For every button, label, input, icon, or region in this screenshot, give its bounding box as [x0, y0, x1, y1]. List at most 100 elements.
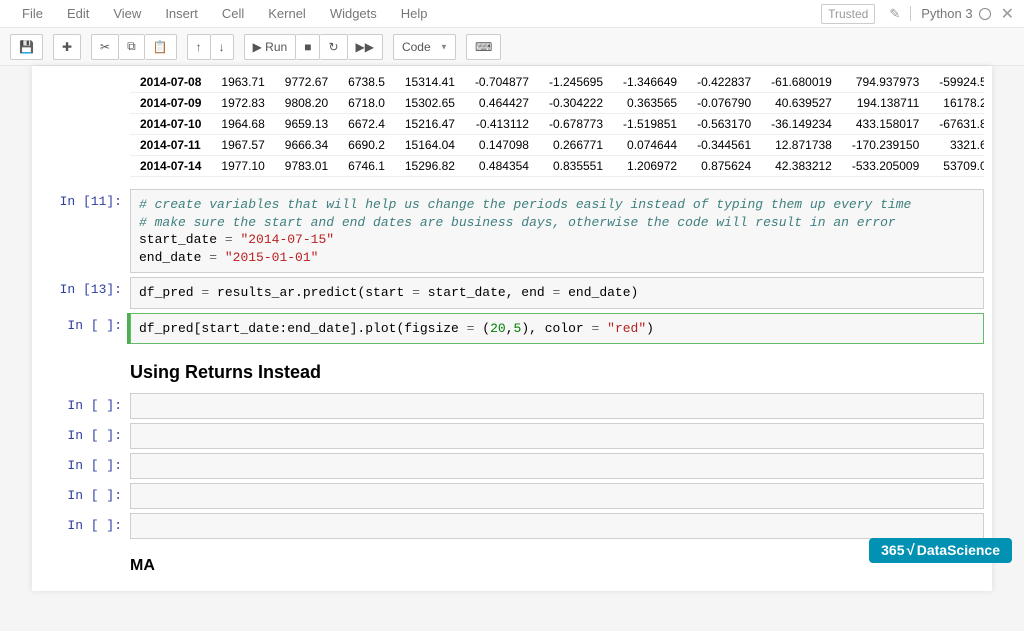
table-cell: 9659.13 — [275, 114, 338, 135]
watermark-text: DataScience — [917, 542, 1000, 558]
add-cell-button[interactable]: ✚ — [53, 34, 81, 60]
code-text: end_date) — [560, 285, 638, 300]
code-cell-11[interactable]: In [11]: # create variables that will he… — [40, 189, 984, 273]
menu-help[interactable]: Help — [389, 2, 440, 25]
table-row: 2014-07-111967.579666.346690.215164.040.… — [130, 135, 984, 156]
menu-view[interactable]: View — [101, 2, 153, 25]
restart-button[interactable]: ↻ — [320, 34, 347, 60]
radical-icon: √ — [906, 542, 914, 559]
menu-kernel[interactable]: Kernel — [256, 2, 318, 25]
code-cell-empty[interactable]: In [ ]: — [40, 453, 984, 479]
close-icon[interactable]: ✕ — [1001, 4, 1014, 24]
table-cell: 15314.41 — [395, 72, 465, 93]
code-op: = — [412, 285, 420, 300]
code-cell-empty[interactable]: In [ ]: — [40, 513, 984, 539]
kernel-name[interactable]: Python 3 — [910, 6, 972, 21]
code-text: ) — [646, 321, 654, 336]
table-cell: 12.871738 — [761, 135, 842, 156]
table-cell: -0.344561 — [687, 135, 761, 156]
code-cell-empty[interactable]: In [ ]: — [40, 393, 984, 419]
table-cell: 1972.83 — [211, 93, 274, 114]
toolbar: 💾 ✚ ✂ ⧉ 📋 ↑ ↓ ▶ Run ■ ↻ ▶▶ Code ⌨ — [0, 28, 1024, 66]
code-string: "2015-01-01" — [225, 250, 319, 265]
table-cell: -0.304222 — [539, 93, 613, 114]
output-cell-table: 2014-07-081963.719772.676738.515314.41-0… — [40, 72, 984, 183]
input-area[interactable] — [130, 453, 984, 479]
input-area[interactable] — [130, 483, 984, 509]
menu-cell[interactable]: Cell — [210, 2, 256, 25]
code-cell-empty[interactable]: In [ ]: — [40, 483, 984, 509]
stop-button[interactable]: ■ — [296, 34, 320, 60]
code-cell-active[interactable]: In [ ]: df_pred[start_date:end_date].plo… — [40, 313, 984, 345]
paste-button[interactable]: 📋 — [145, 34, 177, 60]
heading-using-returns: Using Returns Instead — [130, 354, 984, 387]
table-cell: 3321.601324 — [929, 135, 984, 156]
table-cell: 6718.0 — [338, 93, 395, 114]
copy-button[interactable]: ⧉ — [119, 34, 145, 60]
forward-button[interactable]: ▶▶ — [348, 34, 383, 60]
prompt: In [ ]: — [40, 423, 130, 449]
table-cell: 9772.67 — [275, 72, 338, 93]
input-area[interactable]: df_pred[start_date:end_date].plot(figsiz… — [130, 313, 984, 345]
table-cell: 1967.57 — [211, 135, 274, 156]
table-cell: -36.149234 — [761, 114, 842, 135]
input-area[interactable] — [130, 423, 984, 449]
table-cell: 0.875624 — [687, 156, 761, 177]
table-cell: -170.239150 — [842, 135, 929, 156]
prompt: In [13]: — [40, 277, 130, 309]
code-comment: # make sure the start and end dates are … — [139, 215, 896, 230]
input-area[interactable] — [130, 393, 984, 419]
table-cell: -1.519851 — [613, 114, 687, 135]
code-cell-13[interactable]: In [13]: df_pred = results_ar.predict(st… — [40, 277, 984, 309]
table-cell: 40.639527 — [761, 93, 842, 114]
table-cell: 0.147098 — [465, 135, 539, 156]
save-button[interactable]: 💾 — [10, 34, 43, 60]
cut-button[interactable]: ✂ — [91, 34, 119, 60]
input-area[interactable]: df_pred = results_ar.predict(start = sta… — [130, 277, 984, 309]
table-cell: 0.464427 — [465, 93, 539, 114]
command-palette-button[interactable]: ⌨ — [466, 34, 501, 60]
menu-edit[interactable]: Edit — [55, 2, 101, 25]
code-text: df_pred — [139, 285, 201, 300]
notebook: 2014-07-081963.719772.676738.515314.41-0… — [32, 66, 992, 591]
run-button[interactable]: ▶ Run — [244, 34, 297, 60]
trusted-badge[interactable]: Trusted — [821, 4, 875, 24]
table-cell: -1.346649 — [613, 72, 687, 93]
table-cell: 9666.34 — [275, 135, 338, 156]
heading-ma: MA — [130, 549, 984, 579]
menu-file[interactable]: File — [10, 2, 55, 25]
input-area[interactable]: # create variables that will help us cha… — [130, 189, 984, 273]
table-cell: 0.484354 — [465, 156, 539, 177]
code-text: start_date, end — [420, 285, 553, 300]
table-cell: 0.266771 — [539, 135, 613, 156]
table-cell: 9783.01 — [275, 156, 338, 177]
table-cell: 2014-07-14 — [130, 156, 211, 177]
menu-insert[interactable]: Insert — [153, 2, 210, 25]
table-cell: -0.076790 — [687, 93, 761, 114]
table-cell: 15164.04 — [395, 135, 465, 156]
table-cell: -61.680019 — [761, 72, 842, 93]
table-cell: 2014-07-08 — [130, 72, 211, 93]
cell-type-select[interactable]: Code — [393, 34, 456, 60]
menu-widgets[interactable]: Widgets — [318, 2, 389, 25]
prompt: In [11]: — [40, 189, 130, 273]
code-cell-empty[interactable]: In [ ]: — [40, 423, 984, 449]
code-text: , — [506, 321, 514, 336]
code-text: start_date — [139, 232, 225, 247]
table-cell: 1963.71 — [211, 72, 274, 93]
markdown-cell-heading[interactable]: Using Returns Instead — [40, 354, 984, 387]
table-cell: 0.363565 — [613, 93, 687, 114]
move-up-button[interactable]: ↑ — [187, 34, 211, 60]
markdown-cell-heading-ma[interactable]: MA — [40, 549, 984, 579]
input-area[interactable] — [130, 513, 984, 539]
move-down-button[interactable]: ↓ — [211, 34, 234, 60]
table-cell: 0.074644 — [613, 135, 687, 156]
table-cell: 2014-07-11 — [130, 135, 211, 156]
table-cell: 9808.20 — [275, 93, 338, 114]
table-cell: 1977.10 — [211, 156, 274, 177]
table-cell: 53709.039098 — [929, 156, 984, 177]
table-cell: 6672.4 — [338, 114, 395, 135]
table-cell: 16178.275435 — [929, 93, 984, 114]
edit-icon[interactable]: ✎ — [889, 6, 900, 22]
output-table: 2014-07-081963.719772.676738.515314.41-0… — [130, 72, 984, 183]
